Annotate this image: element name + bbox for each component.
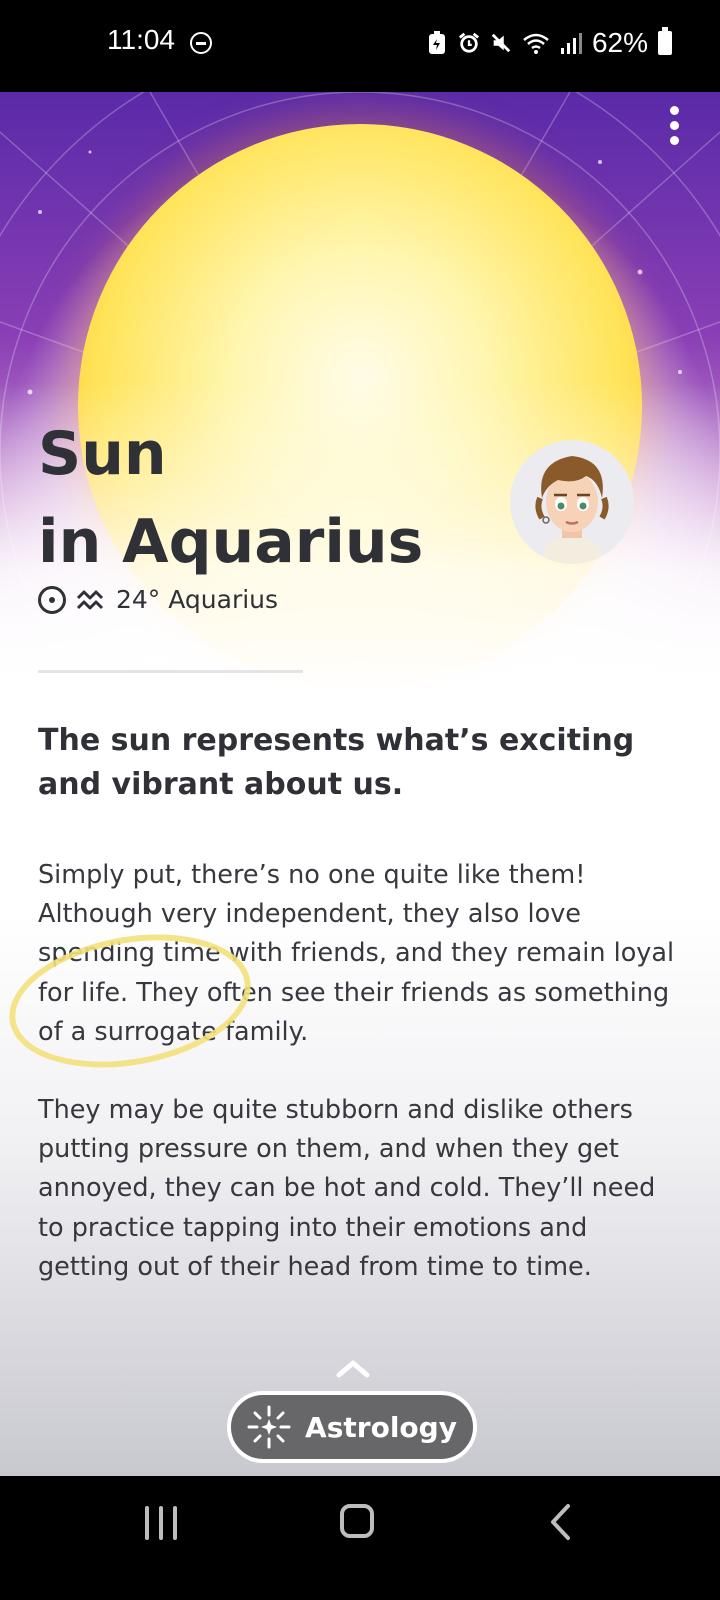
signal-icon [560,33,582,54]
paragraph-2: They may be quite stubborn and dislike o… [38,1095,656,1282]
avatar[interactable] [510,440,634,564]
battery-icon [658,27,672,55]
sun-symbol-icon [38,585,66,614]
app-screen: Sun in Aquarius 24° Aquarius The sun rep… [0,92,720,1476]
degree-text: 24° Aquarius [116,585,279,614]
chevron-up-icon[interactable] [336,1358,370,1378]
system-nav-bar [0,1476,720,1600]
wifi-icon [523,33,549,54]
title-line-2: in Aquarius [38,507,424,577]
status-bar: 11:04 62% [0,0,720,92]
astrology-sparkle-icon [247,1405,291,1449]
status-time: 11:04 [107,24,175,55]
status-icons: 62% [426,27,672,59]
home-icon[interactable] [340,1504,374,1538]
astrology-button[interactable]: Astrology [227,1391,477,1463]
battery-saver-icon [428,31,445,54]
paragraph-1: Simply put, there’s no one quite like th… [38,860,675,1047]
recents-icon[interactable] [143,1506,179,1540]
back-icon[interactable] [548,1502,572,1542]
divider [38,670,303,673]
astrology-button-label: Astrology [305,1410,457,1444]
aquarius-symbol-icon [76,590,104,609]
alarm-icon [458,32,479,53]
bitmoji-avatar-icon [535,456,609,564]
sign-position: 24° Aquarius [38,585,278,614]
dnd-icon [190,32,212,54]
lead-text: The sun represents what’s exciting and v… [38,723,635,802]
mute-icon [491,33,511,53]
battery-percent: 62% [591,27,648,58]
title-line-1: Sun [38,419,167,489]
page-title: Sun in Aquarius [38,410,423,586]
more-vert-icon[interactable] [664,104,688,148]
